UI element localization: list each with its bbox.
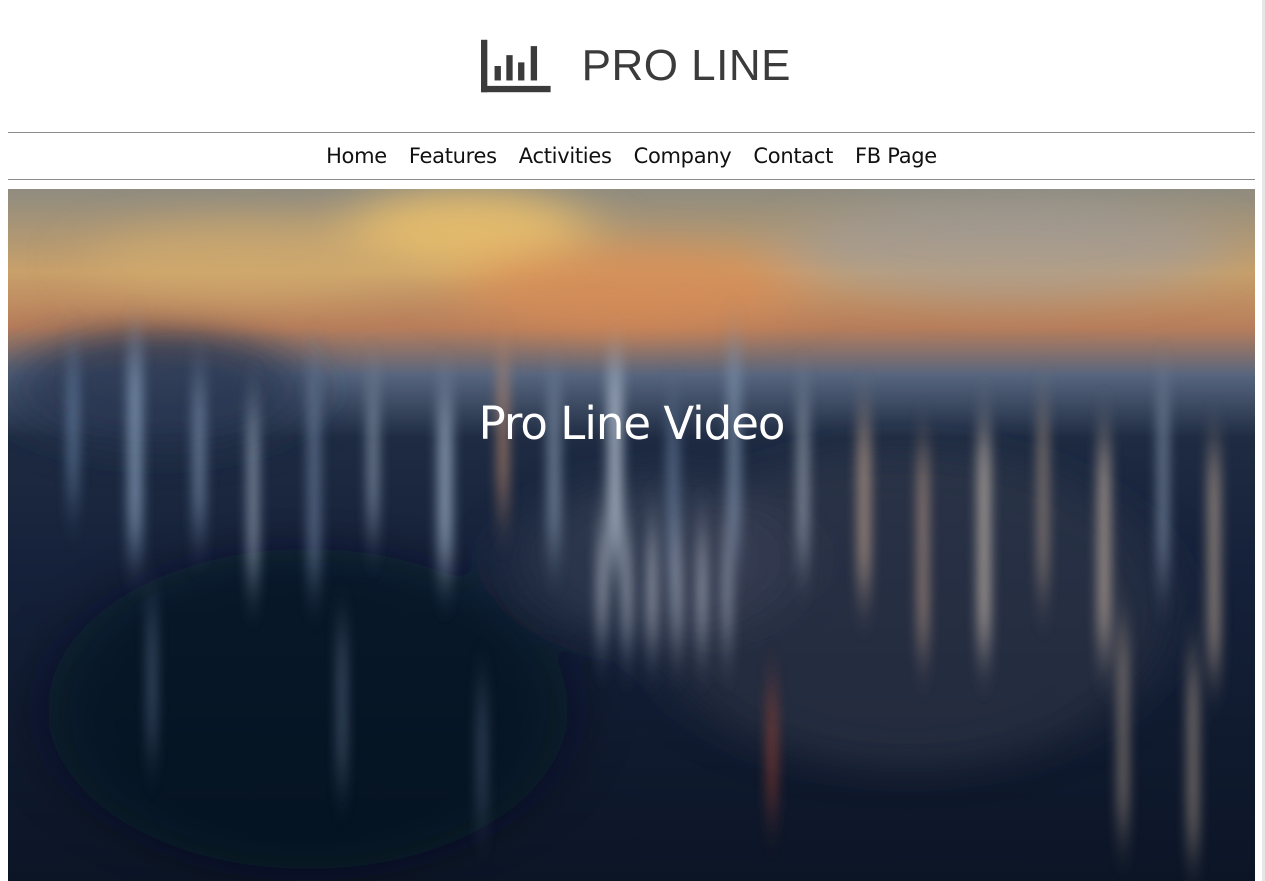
hero-background-image: [8, 189, 1255, 881]
nav-item-home[interactable]: Home: [315, 144, 398, 168]
brand-name: PRO LINE: [581, 41, 791, 90]
site-logo[interactable]: PRO LINE: [481, 36, 791, 96]
nav-item-contact[interactable]: Contact: [742, 144, 844, 168]
hero-video-section[interactable]: Pro Line Video: [8, 189, 1255, 881]
site-header: PRO LINE: [0, 0, 1262, 132]
nav-item-company[interactable]: Company: [623, 144, 743, 168]
hero-title: Pro Line Video: [478, 397, 786, 450]
bar-chart-icon: [481, 39, 551, 93]
nav-item-features[interactable]: Features: [398, 144, 508, 168]
nav-item-fb-page[interactable]: FB Page: [844, 144, 948, 168]
nav-item-activities[interactable]: Activities: [508, 144, 623, 168]
page: PRO LINE Home Features Activities Compan…: [0, 0, 1265, 881]
main-navigation: Home Features Activities Company Contact…: [8, 132, 1255, 180]
